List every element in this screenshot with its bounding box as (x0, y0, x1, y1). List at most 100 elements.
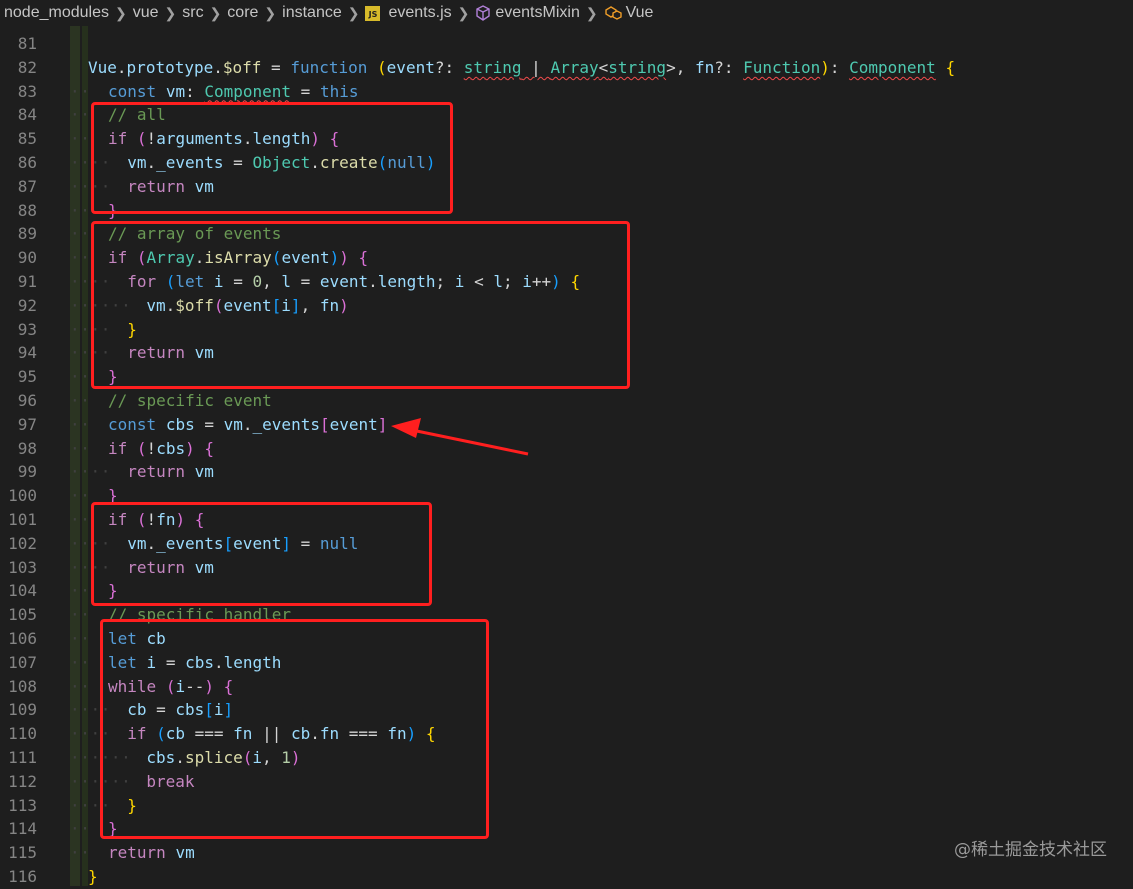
code-text: if (cb === fn || cb.fn === fn) { (127, 722, 435, 746)
whitespace-dots: ···· (70, 175, 111, 199)
code-line[interactable]: 101if (!fn) {·· (0, 508, 1133, 532)
whitespace-dots: ······ (70, 770, 131, 794)
code-text: return vm (127, 175, 214, 199)
code-text: vm.$off(event[i], fn) (146, 294, 348, 318)
code-text: while (i--) { (108, 675, 233, 699)
line-number: 91 (0, 270, 37, 294)
code-line[interactable]: 100} ·· (0, 484, 1133, 508)
code-line[interactable]: 105// specific handler·· (0, 603, 1133, 627)
line-number: 98 (0, 437, 37, 461)
line-number: 100 (0, 484, 37, 508)
code-text: // array of events (108, 222, 281, 246)
line-number: 88 (0, 199, 37, 223)
code-line[interactable]: 112break······ (0, 770, 1133, 794)
breadcrumb-symbol-vue[interactable]: Vue (626, 4, 654, 22)
variable-icon (604, 5, 622, 21)
whitespace-dots: ···· (70, 460, 111, 484)
code-text: const cbs = vm._events[event] (108, 413, 387, 437)
whitespace-dots: ·· (70, 841, 90, 865)
code-line[interactable]: 89// array of events·· (0, 222, 1133, 246)
code-line[interactable]: 98 if (!cbs) { ·· (0, 437, 1133, 461)
code-line[interactable]: 104}·· (0, 579, 1133, 603)
line-number: 110 (0, 722, 37, 746)
code-line[interactable]: 102vm._events[event] = null···· (0, 532, 1133, 556)
code-line[interactable]: 109cb = cbs[i]···· (0, 698, 1133, 722)
code-line[interactable]: 90if (Array.isArray(event)) {·· (0, 246, 1133, 270)
code-text: } (108, 484, 118, 508)
code-line[interactable]: 96// specific event·· (0, 389, 1133, 413)
code-text: } (127, 318, 137, 342)
code-line[interactable]: 86vm._events = Object.create(null)···· (0, 151, 1133, 175)
code-text: cbs.splice(i, 1) (146, 746, 300, 770)
code-text: } (127, 794, 137, 818)
breadcrumb-core[interactable]: core (227, 4, 258, 22)
code-text: return vm (108, 841, 195, 865)
breadcrumb-src[interactable]: src (182, 4, 203, 22)
code-line[interactable]: 88}·· (0, 199, 1133, 223)
line-number: 101 (0, 508, 37, 532)
breadcrumb-symbol[interactable]: eventsMixin (495, 4, 579, 22)
line-number: 116 (0, 865, 37, 889)
line-number: 82 (0, 56, 37, 80)
chevron-right-icon: ❯ (115, 5, 127, 22)
code-line[interactable]: 110if (cb === fn || cb.fn === fn) {···· (0, 722, 1133, 746)
whitespace-dots: ·· (70, 80, 90, 104)
line-number: 81 (0, 32, 37, 56)
code-line[interactable]: 106let cb·· (0, 627, 1133, 651)
breadcrumb-node-modules[interactable]: node_modules (4, 4, 109, 22)
whitespace-dots: ·· (70, 817, 90, 841)
code-text: } (108, 365, 118, 389)
whitespace-dots: ···· (70, 151, 111, 175)
code-text: } (88, 865, 98, 889)
breadcrumb-vue[interactable]: vue (133, 4, 159, 22)
code-line[interactable]: 93}···· (0, 318, 1133, 342)
code-line[interactable]: 107let i = cbs.length·· (0, 651, 1133, 675)
code-line[interactable]: 81 (0, 32, 1133, 56)
code-line[interactable]: 113}···· (0, 794, 1133, 818)
line-number: 112 (0, 770, 37, 794)
code-text: if (!arguments.length) { (108, 127, 339, 151)
code-line[interactable]: 111cbs.splice(i, 1)······ (0, 746, 1133, 770)
code-text: return vm (127, 460, 214, 484)
whitespace-dots: ·· (70, 484, 90, 508)
whitespace-dots: ·· (70, 437, 90, 461)
code-line[interactable]: 116} (0, 865, 1133, 889)
code-line[interactable]: 92vm.$off(event[i], fn)······ (0, 294, 1133, 318)
line-number: 114 (0, 817, 37, 841)
breadcrumb: node_modules❯ vue❯ src❯ core❯ instance❯ … (0, 0, 1133, 26)
code-line[interactable]: 97const cbs = vm._events[event]·· (0, 413, 1133, 437)
chevron-right-icon: ❯ (165, 5, 177, 22)
code-text: if (!cbs) { (108, 437, 214, 461)
line-number: 96 (0, 389, 37, 413)
code-line[interactable]: 108while (i--) {·· (0, 675, 1133, 699)
breadcrumb-instance[interactable]: instance (282, 4, 342, 22)
line-number: 85 (0, 127, 37, 151)
code-text: } (108, 199, 118, 223)
code-line[interactable]: 84// all·· (0, 103, 1133, 127)
chevron-right-icon: ❯ (458, 5, 470, 22)
code-text: // specific handler (108, 603, 291, 627)
line-number: 104 (0, 579, 37, 603)
code-line[interactable]: 103return vm···· (0, 556, 1133, 580)
line-number: 89 (0, 222, 37, 246)
line-number: 106 (0, 627, 37, 651)
whitespace-dots: ···· (70, 270, 111, 294)
method-cube-icon (475, 5, 491, 21)
code-line[interactable]: 82Vue.prototype.$off = function (event?:… (0, 56, 1133, 80)
code-line[interactable]: 91for (let i = 0, l = event.length; i < … (0, 270, 1133, 294)
code-line[interactable]: 83const vm: Component = this·· (0, 80, 1133, 104)
code-line[interactable]: 99return vm···· (0, 460, 1133, 484)
line-number: 86 (0, 151, 37, 175)
chevron-right-icon: ❯ (264, 5, 276, 22)
line-number: 84 (0, 103, 37, 127)
code-editor[interactable]: 8182Vue.prototype.$off = function (event… (0, 26, 1133, 886)
code-line[interactable]: 87 return vm ···· (0, 175, 1133, 199)
code-line[interactable]: 95}·· (0, 365, 1133, 389)
breadcrumb-file[interactable]: events.js (388, 4, 451, 22)
js-file-icon: JS (365, 6, 380, 21)
code-line[interactable]: 94return vm···· (0, 341, 1133, 365)
code-line[interactable]: 85if (!arguments.length) {·· (0, 127, 1133, 151)
whitespace-dots: ···· (70, 318, 111, 342)
line-number: 105 (0, 603, 37, 627)
line-number: 87 (0, 175, 37, 199)
